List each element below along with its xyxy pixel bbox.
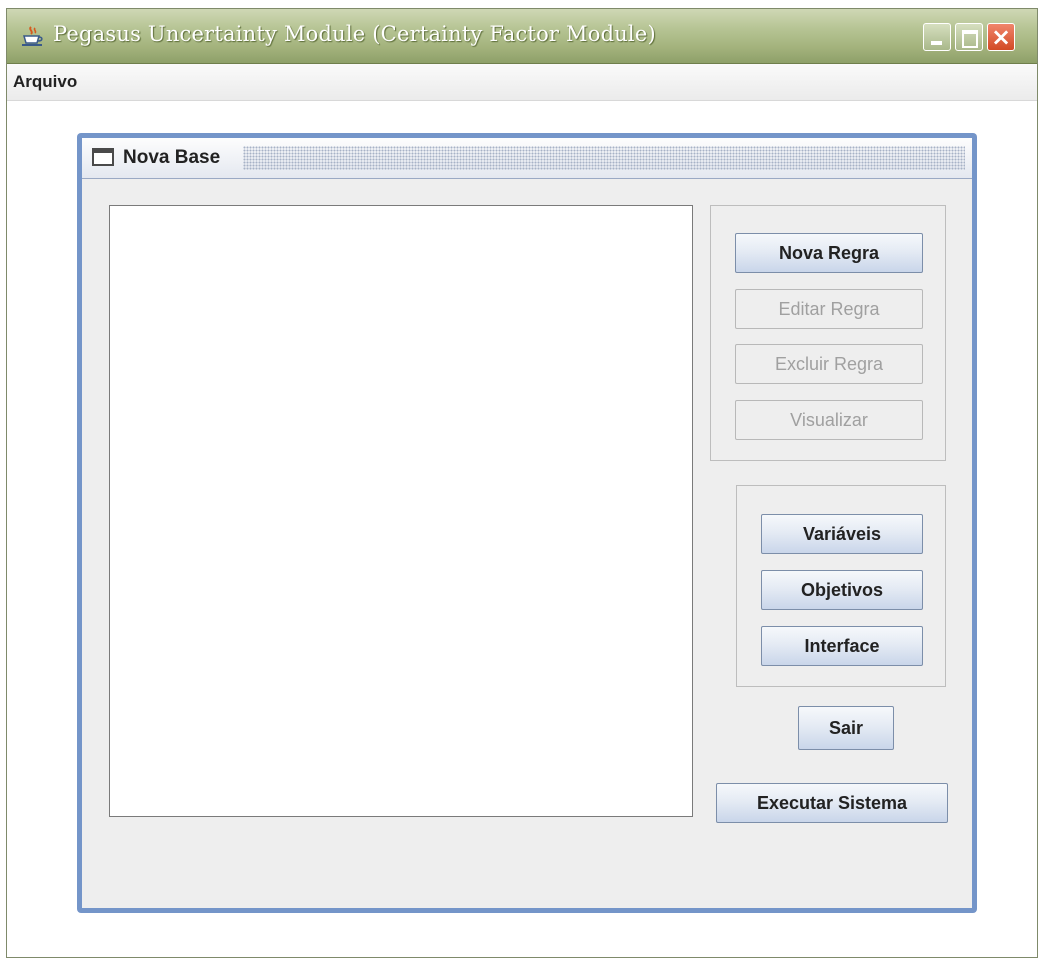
internal-frame: Nova Base Nova Regra Editar Regra Exclui… (77, 133, 977, 913)
rules-list[interactable] (109, 205, 693, 817)
menu-arquivo[interactable]: Arquivo (11, 72, 79, 92)
internal-frame-title: Nova Base (123, 147, 221, 168)
excluir-regra-button[interactable]: Excluir Regra (735, 344, 923, 384)
variaveis-button[interactable]: Variáveis (761, 514, 923, 554)
window-title: Pegasus Uncertainty Module (Certainty Fa… (53, 22, 656, 46)
sair-button[interactable]: Sair (798, 706, 894, 750)
window-icon (92, 148, 114, 166)
menu-bar: Arquivo (7, 64, 1037, 101)
close-icon: × (990, 23, 1012, 51)
nova-regra-button[interactable]: Nova Regra (735, 233, 923, 273)
internal-frame-content: Nova Base Nova Regra Editar Regra Exclui… (82, 138, 972, 908)
objetivos-button[interactable]: Objetivos (761, 570, 923, 610)
interface-button[interactable]: Interface (761, 626, 923, 666)
minimize-button[interactable] (923, 23, 951, 51)
close-button[interactable]: × (987, 23, 1015, 51)
java-cup-icon (22, 26, 43, 46)
main-window: Pegasus Uncertainty Module (Certainty Fa… (6, 8, 1038, 958)
editar-regra-button[interactable]: Editar Regra (735, 289, 923, 329)
maximize-button[interactable] (955, 23, 983, 51)
internal-frame-title-bar[interactable]: Nova Base (82, 138, 972, 179)
title-bar-grip (243, 146, 965, 170)
visualizar-button[interactable]: Visualizar (735, 400, 923, 440)
executar-sistema-button[interactable]: Executar Sistema (716, 783, 948, 823)
title-bar[interactable]: Pegasus Uncertainty Module (Certainty Fa… (7, 9, 1037, 64)
